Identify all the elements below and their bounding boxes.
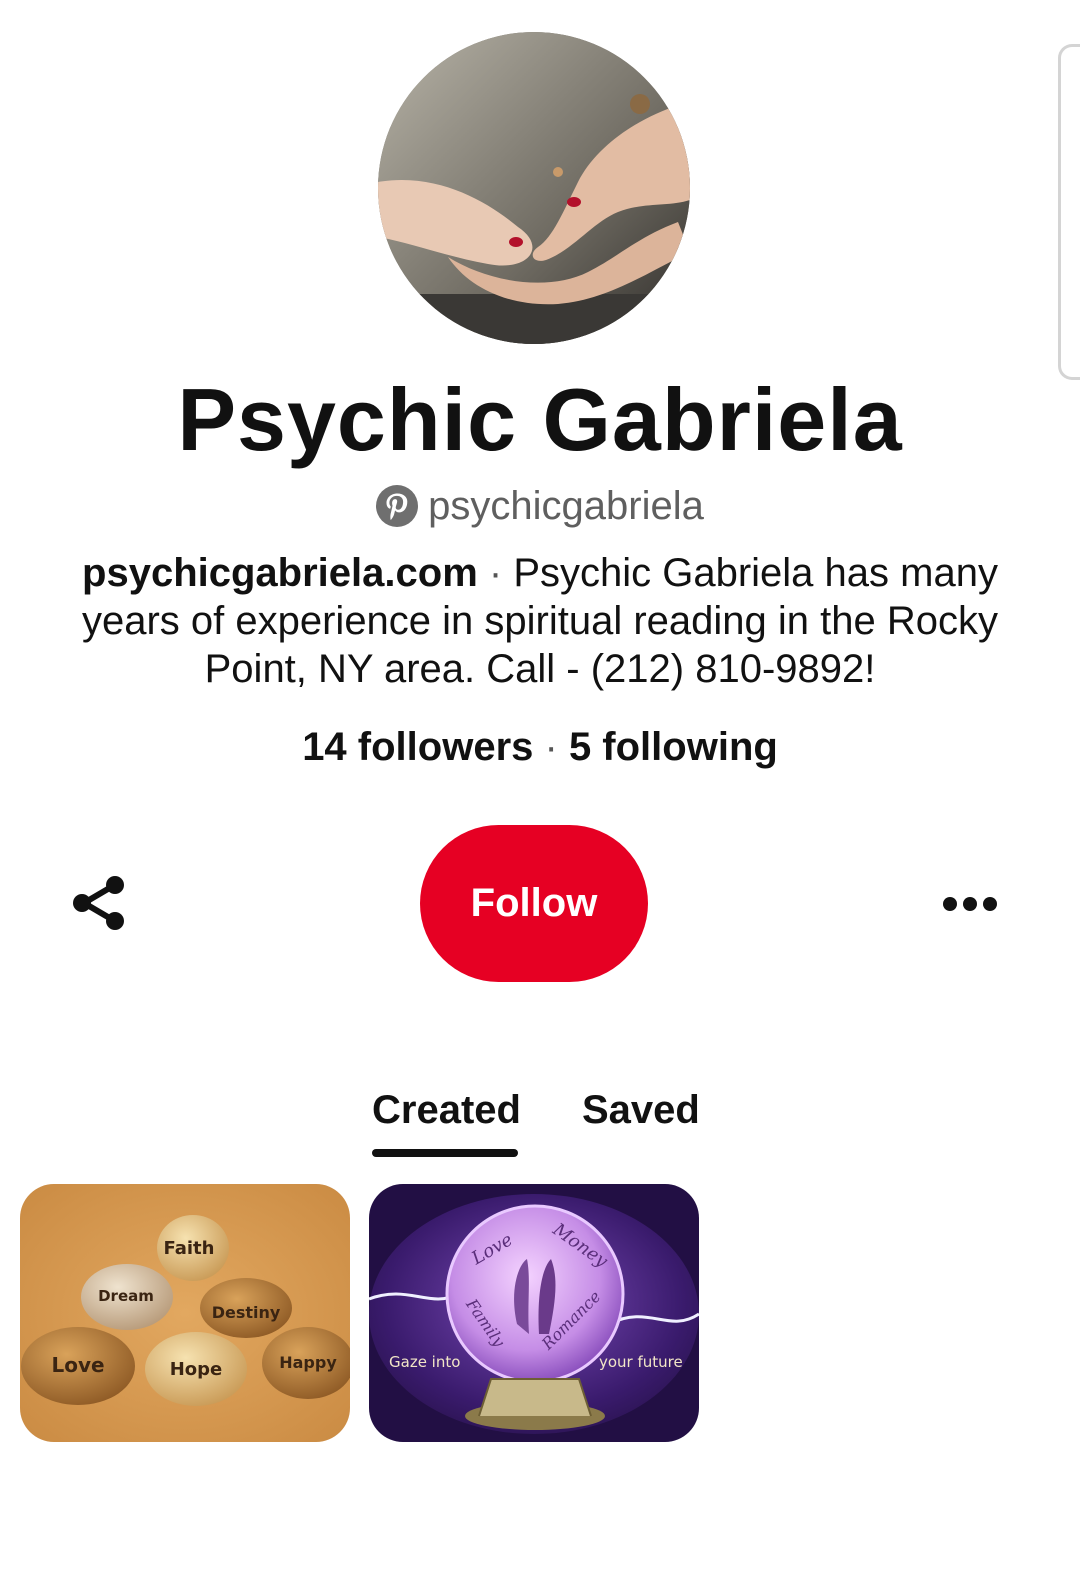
share-icon[interactable] bbox=[68, 872, 130, 934]
pin-image-crystal-ball: Love Money Family Romance Gaze into your… bbox=[369, 1184, 699, 1442]
profile-tabs: Created Saved bbox=[0, 1085, 1080, 1165]
pinterest-logo-icon bbox=[376, 485, 419, 527]
followers-count[interactable]: 14 followers bbox=[302, 725, 533, 769]
stone-label-hope: Hope bbox=[170, 1359, 223, 1380]
pin-card-crystal-ball[interactable]: Love Money Family Romance Gaze into your… bbox=[369, 1184, 699, 1442]
caption-your-future: your future bbox=[599, 1353, 683, 1371]
bio-separator: · bbox=[477, 551, 514, 595]
profile-stats: 14 followers · 5 following bbox=[0, 722, 1080, 772]
stone-label-happy: Happy bbox=[279, 1353, 337, 1372]
handle-row: psychicgabriela bbox=[0, 481, 1080, 531]
caption-gaze-into: Gaze into bbox=[389, 1353, 460, 1371]
stats-separator: · bbox=[533, 725, 569, 769]
stone-label-love: Love bbox=[51, 1353, 104, 1377]
tab-created[interactable]: Created bbox=[372, 1085, 521, 1135]
more-horizontal-icon[interactable] bbox=[940, 884, 1000, 924]
follow-button[interactable]: Follow bbox=[420, 825, 648, 982]
profile-name: Psychic Gabriela bbox=[177, 370, 903, 469]
tab-saved[interactable]: Saved bbox=[582, 1085, 700, 1135]
avatar[interactable] bbox=[378, 32, 690, 344]
pin-image-stones: Faith Dream Destiny Love Hope Happy bbox=[20, 1184, 350, 1442]
stone-label-dream: Dream bbox=[98, 1287, 154, 1305]
profile-website-link[interactable]: psychicgabriela.com bbox=[82, 551, 478, 595]
pin-card-stones[interactable]: Faith Dream Destiny Love Hope Happy bbox=[20, 1184, 350, 1442]
stone-label-faith: Faith bbox=[164, 1238, 215, 1259]
active-tab-indicator bbox=[372, 1149, 518, 1157]
stone-label-destiny: Destiny bbox=[212, 1303, 281, 1322]
scrollbar-edge[interactable] bbox=[1058, 44, 1080, 380]
following-count[interactable]: 5 following bbox=[569, 725, 778, 769]
profile-handle[interactable]: psychicgabriela bbox=[428, 481, 704, 531]
avatar-photo bbox=[378, 32, 690, 344]
profile-bio: psychicgabriela.com · Psychic Gabriela h… bbox=[40, 549, 1040, 693]
